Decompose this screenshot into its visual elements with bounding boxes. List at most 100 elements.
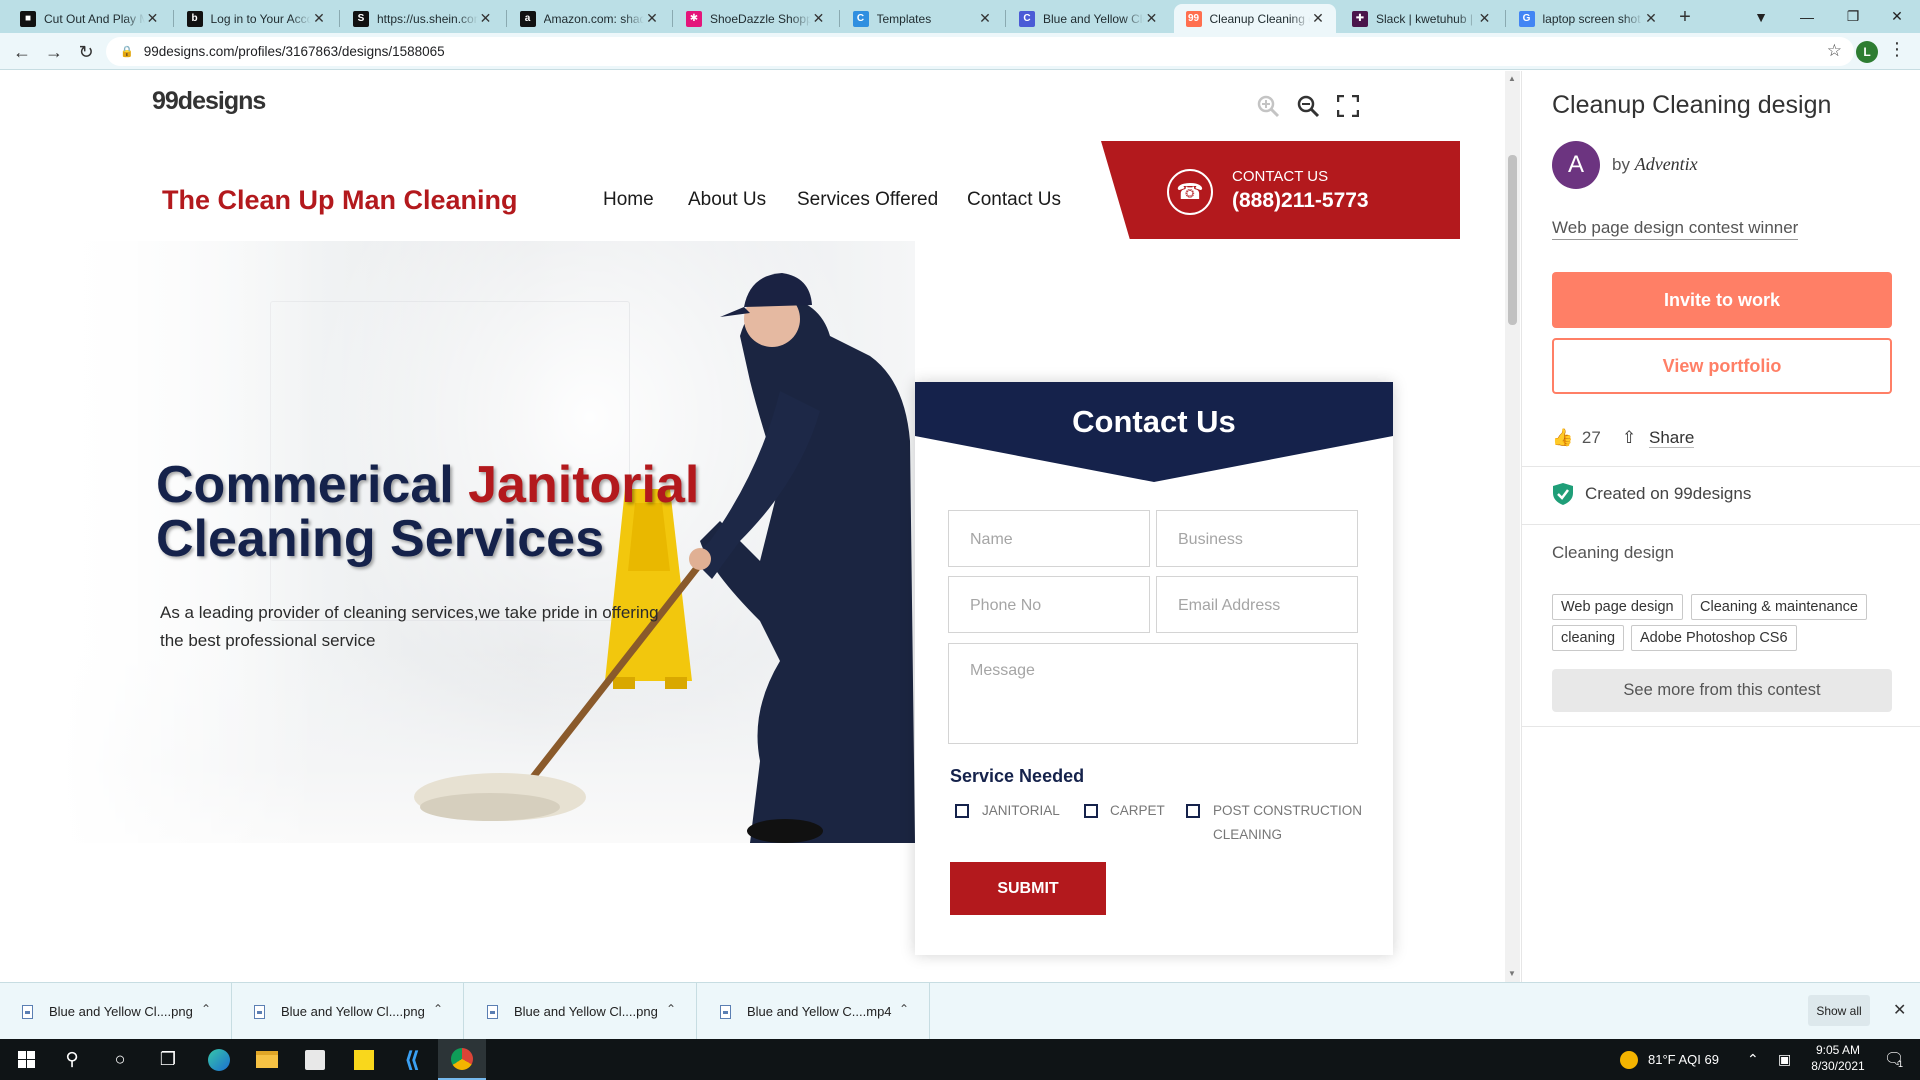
close-tab-icon[interactable]: ✕: [145, 10, 161, 27]
browser-tab[interactable]: ✚ Slack | kwetuhub | ✕: [1340, 4, 1503, 33]
download-item[interactable]: Blue and Yellow C....mp4 ⌃: [698, 983, 930, 1040]
browser-tab[interactable]: C Blue and Yellow Cle ✕: [1007, 4, 1170, 33]
tab-separator: [505, 10, 507, 27]
close-tab-icon[interactable]: ✕: [644, 10, 660, 27]
tab-title: Templates: [876, 11, 932, 26]
scroll-down-icon[interactable]: ▼: [1508, 969, 1516, 978]
cortana-icon[interactable]: ○: [96, 1039, 144, 1080]
see-more-button[interactable]: See more from this contest: [1552, 669, 1892, 712]
invite-to-work-button[interactable]: Invite to work: [1552, 272, 1892, 328]
shein-favicon-icon: S: [353, 10, 369, 27]
forward-button[interactable]: →: [40, 38, 68, 66]
tray-chevron-icon[interactable]: ⌃: [1747, 1051, 1759, 1068]
clock-time: 9:05 AM: [1815, 1043, 1861, 1057]
tab-separator: [1504, 10, 1506, 27]
designer-byline: by Adventix: [1612, 154, 1698, 175]
file-explorer-icon[interactable]: [243, 1039, 291, 1080]
bookmark-star-icon[interactable]: ☆: [1827, 41, 1842, 61]
sidebar-divider: [1522, 466, 1920, 467]
chevron-up-icon[interactable]: ⌃: [433, 1002, 443, 1016]
close-tab-icon[interactable]: ✕: [478, 10, 494, 27]
back-button[interactable]: ←: [8, 38, 36, 66]
browser-tab[interactable]: ■ Cut Out And Play M ✕: [8, 4, 171, 33]
sidebar-divider: [1522, 524, 1920, 525]
view-portfolio-button[interactable]: View portfolio: [1552, 338, 1892, 394]
close-tab-icon[interactable]: ✕: [1477, 10, 1493, 27]
download-item[interactable]: Blue and Yellow Cl....png ⌃: [232, 983, 464, 1040]
canva-favicon-icon: C: [852, 10, 869, 27]
edge-icon[interactable]: [195, 1039, 243, 1080]
search-icon[interactable]: ⚲: [48, 1039, 96, 1080]
janitorial-checkbox: [955, 804, 969, 818]
scrollbar-thumb[interactable]: [1508, 155, 1517, 325]
profile-avatar[interactable]: L: [1856, 41, 1878, 63]
close-tab-icon[interactable]: ✕: [977, 10, 993, 27]
design-email-field: Email Address: [1156, 576, 1358, 633]
task-view-icon[interactable]: ❐: [144, 1039, 192, 1080]
close-tab-icon[interactable]: ✕: [1310, 10, 1326, 27]
close-tab-icon[interactable]: ✕: [811, 10, 827, 27]
design-phone-field: Phone No: [948, 576, 1150, 633]
tab-separator: [672, 10, 673, 27]
designer-name[interactable]: Adventix: [1635, 154, 1698, 174]
store-icon[interactable]: [291, 1039, 339, 1080]
design-business-field: Business: [1156, 510, 1358, 567]
tag-adobe-photoshop[interactable]: Adobe Photoshop CS6: [1631, 625, 1797, 651]
zoom-in-icon[interactable]: [1253, 91, 1283, 121]
design-scrollbar[interactable]: ▲ ▼: [1505, 71, 1520, 982]
browser-tab[interactable]: a Amazon.com: shad ✕: [508, 4, 671, 33]
tag-web-page-design[interactable]: Web page design: [1552, 594, 1683, 620]
windows-start-icon[interactable]: [2, 1039, 50, 1080]
chevron-up-icon[interactable]: ⌃: [666, 1002, 676, 1016]
show-all-downloads-button[interactable]: Show all: [1808, 995, 1870, 1026]
browser-tab[interactable]: C Templates ✕: [841, 4, 1004, 33]
sticky-notes-icon[interactable]: [340, 1039, 388, 1080]
scroll-up-icon[interactable]: ▲: [1508, 74, 1516, 83]
tab-separator: [172, 10, 174, 27]
browser-tab[interactable]: 99 Cleanup Cleaning d ✕: [1173, 4, 1336, 33]
like-button[interactable]: 👍 27: [1552, 428, 1601, 448]
fullscreen-icon[interactable]: [1333, 91, 1363, 121]
reload-button[interactable]: ↻: [72, 38, 100, 66]
browser-tab[interactable]: Glaptop screen shot ✕: [1507, 4, 1670, 33]
tab-title: Cleanup Cleaning d: [1209, 11, 1311, 26]
browser-menu-icon[interactable]: ⋮: [1888, 39, 1906, 60]
vscode-icon[interactable]: ⟪: [388, 1039, 436, 1080]
address-bar[interactable]: 🔒 99designs.com/profiles/3167863/designs…: [106, 37, 1854, 66]
zoom-out-icon[interactable]: [1293, 91, 1323, 121]
browser-tab[interactable]: b Log in to Your Acco ✕: [175, 4, 338, 33]
tab-search-icon[interactable]: ▼: [1738, 0, 1784, 33]
clock-date: 8/30/2021: [1811, 1059, 1865, 1073]
weather-text[interactable]: 81°F AQI 69: [1648, 1052, 1719, 1067]
shield-check-icon: [1553, 483, 1573, 505]
close-tab-icon[interactable]: ✕: [1144, 10, 1160, 27]
contest-winner-link[interactable]: Web page design contest winner: [1552, 218, 1799, 240]
designer-avatar[interactable]: A: [1552, 141, 1600, 189]
close-icon[interactable]: ✕: [1893, 1000, 1906, 1020]
browser-tab[interactable]: ✱ ShoeDazzle Shoppi ✕: [674, 4, 837, 33]
download-item[interactable]: Blue and Yellow Cl....png ⌃: [0, 983, 232, 1040]
tab-title: laptop screen shot: [1542, 11, 1641, 26]
tab-separator: [838, 10, 840, 27]
browser-tab[interactable]: Shttps://us.shein.com ✕: [341, 4, 504, 33]
download-item[interactable]: Blue and Yellow Cl....png ⌃: [465, 983, 697, 1040]
browser-tab-strip: ■ Cut Out And Play M ✕ b Log in to Your Acco…: [0, 0, 1920, 33]
chrome-icon[interactable]: [438, 1039, 486, 1080]
tag-cleaning-maintenance[interactable]: Cleaning & maintenance: [1691, 594, 1867, 620]
network-icon[interactable]: ▣: [1778, 1051, 1791, 1068]
close-tab-icon[interactable]: ✕: [1643, 10, 1659, 27]
chevron-up-icon[interactable]: ⌃: [201, 1002, 211, 1016]
maximize-button[interactable]: ❐: [1830, 0, 1876, 33]
minimize-button[interactable]: —: [1784, 0, 1830, 33]
tag-cleaning[interactable]: cleaning: [1552, 625, 1625, 651]
new-tab-button[interactable]: +: [1672, 5, 1698, 31]
site-logo[interactable]: 99designs: [152, 87, 266, 116]
share-button[interactable]: ⇧ Share: [1622, 428, 1695, 448]
hero-headline: Commerical Janitorial Cleaning Services: [156, 458, 699, 566]
file-icon: [720, 1004, 731, 1019]
close-window-button[interactable]: ✕: [1874, 0, 1920, 33]
clock[interactable]: 9:05 AM 8/30/2021: [1802, 1043, 1874, 1073]
close-tab-icon[interactable]: ✕: [311, 10, 327, 27]
design-brand-name: The Clean Up Man Cleaning: [162, 185, 518, 215]
chevron-up-icon[interactable]: ⌃: [899, 1002, 909, 1016]
